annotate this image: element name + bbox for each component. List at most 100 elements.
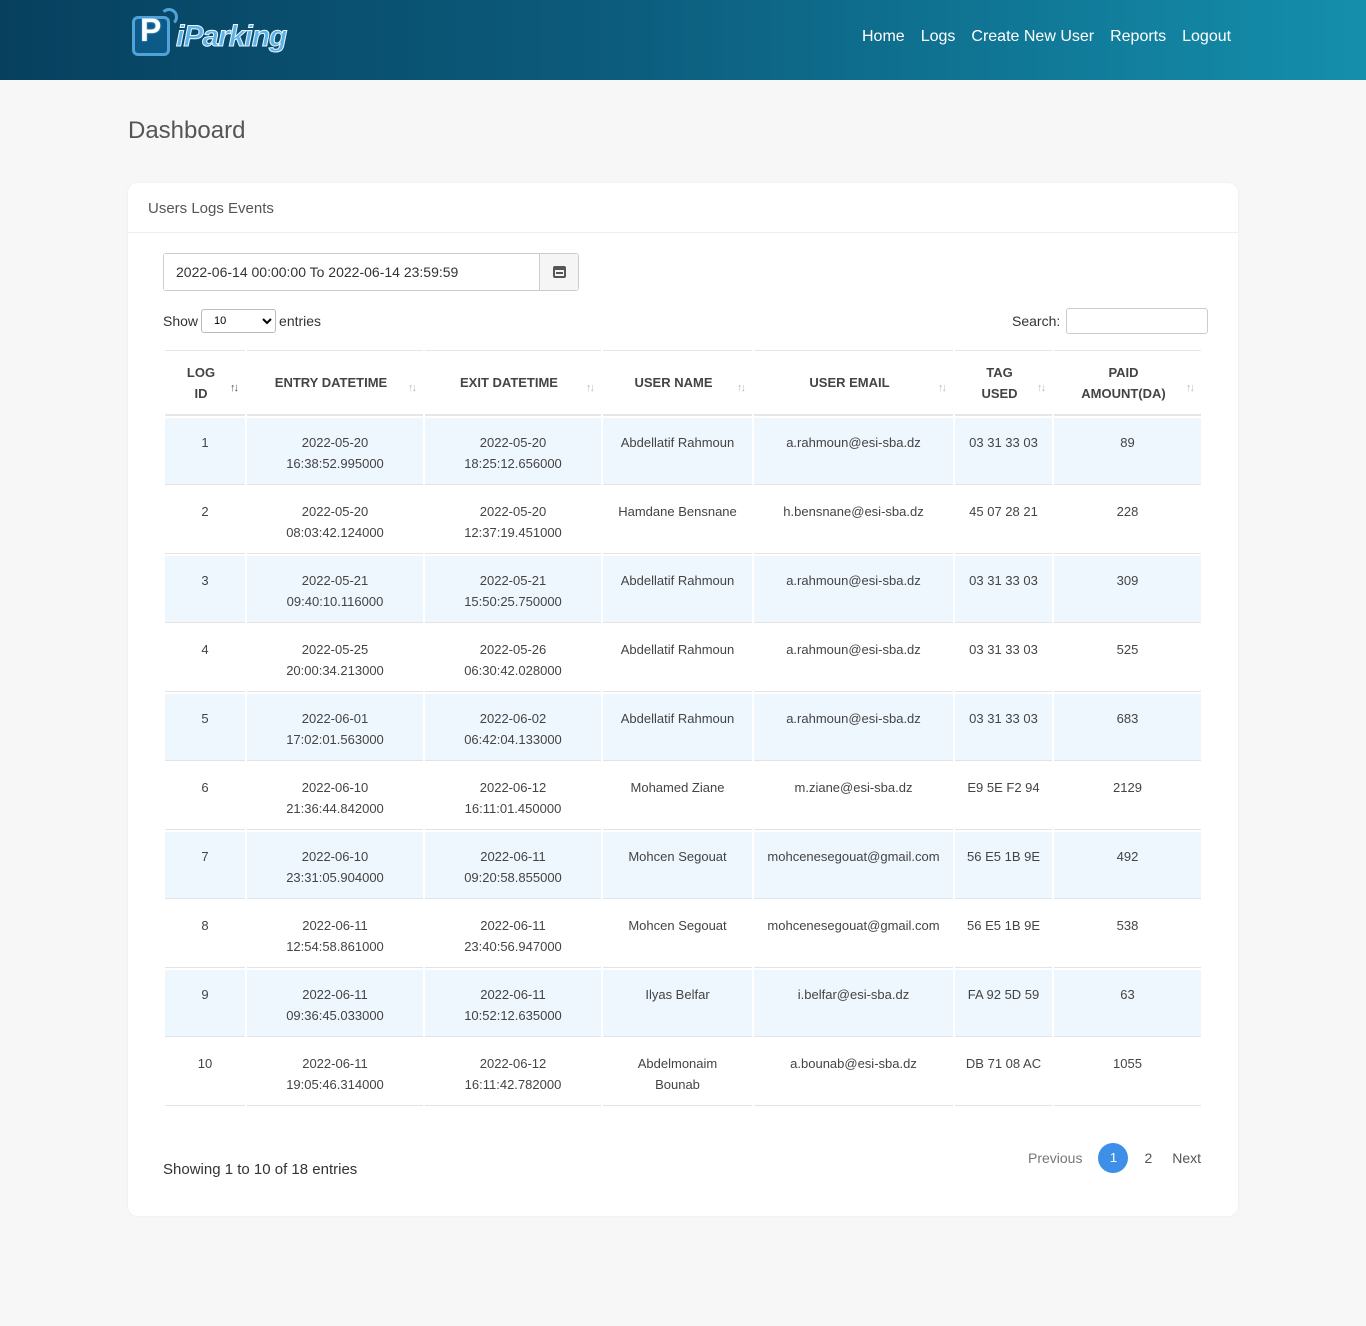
cell-text: Mohcen Segouat	[628, 849, 727, 864]
cell-text: 2022-05-26	[479, 642, 547, 657]
nav-logout[interactable]: Logout	[1182, 28, 1231, 46]
card-title: Users Logs Events	[128, 183, 1238, 233]
cell-user-email: h.bensnane@esi-sba.dz	[754, 487, 953, 554]
sort-arrows-icon: ↑↓	[230, 382, 239, 394]
nav-logs[interactable]: Logs	[921, 28, 956, 46]
cell-entry-datetime: 2022-05-21 09:40:10.116000	[247, 556, 423, 623]
cell-paid-amount: 538	[1054, 901, 1201, 968]
cell-text: 2022-05-25	[301, 642, 369, 657]
cell-text: mohcenesegouat@gmail.com	[767, 918, 940, 933]
column-header-label: ID	[194, 385, 208, 401]
cell-text: a.rahmoun@esi-sba.dz	[786, 435, 921, 450]
cell-entry-datetime: 2022-06-10 23:31:05.904000	[247, 832, 423, 899]
entries-length: Show 10 entries	[163, 309, 321, 333]
table-body: 1 2022-05-20 16:38:52.995000 2022-05-20 18:2…	[165, 418, 1201, 1106]
cell-text: a.rahmoun@esi-sba.dz	[786, 573, 921, 588]
logo-text: iParking	[175, 20, 287, 54]
cell-text: 09:40:10.116000	[286, 594, 384, 609]
pagination: Previous 1 2 Next	[1018, 1143, 1211, 1173]
cell-entry-datetime: 2022-05-25 20:00:34.213000	[247, 625, 423, 692]
cell-text: 4	[201, 642, 209, 657]
cell-text: FA 92 5D 59	[967, 987, 1040, 1002]
iparking-logo[interactable]: P iParking	[130, 8, 300, 60]
cell-log-id: 4	[165, 625, 245, 692]
cell-tag-used: 03 31 33 03	[955, 418, 1052, 485]
column-header-log-id[interactable]: LOG ID ↑↓	[165, 350, 245, 416]
column-header-paid-amount[interactable]: PAID AMOUNT(DA) ↑↓	[1054, 350, 1201, 416]
sort-arrows-icon: ↑↓	[586, 382, 595, 394]
cell-text: 2022-05-20	[301, 504, 369, 519]
cell-user-name: Mohamed Ziane	[603, 763, 752, 830]
cell-tag-used: E9 5E F2 94	[955, 763, 1052, 830]
cell-text: 21:36:44.842000	[286, 801, 384, 816]
cell-text: 309	[1116, 573, 1139, 588]
cell-text: 492	[1116, 849, 1139, 864]
cell-paid-amount: 683	[1054, 694, 1201, 761]
cell-text: mohcenesegouat@gmail.com	[767, 849, 940, 864]
cell-text: 2022-06-12	[479, 780, 547, 795]
cell-text: Hamdane Bensnane	[618, 504, 737, 519]
cell-text: 2022-05-20	[479, 504, 547, 519]
sort-arrows-icon: ↑↓	[737, 382, 746, 394]
nav-home[interactable]: Home	[862, 28, 905, 46]
cell-text: 8	[201, 918, 209, 933]
cell-text: 2022-06-10	[301, 780, 369, 795]
cell-user-name: Mohcen Segouat	[603, 901, 752, 968]
cell-text: 2	[201, 504, 209, 519]
table-row: 1 2022-05-20 16:38:52.995000 2022-05-20 18:2…	[165, 418, 1201, 485]
cell-log-id: 7	[165, 832, 245, 899]
table-header-row: LOG ID ↑↓ ENTRY DATETIME ↑↓ EXIT DATETIME ↑↓ US…	[165, 350, 1201, 416]
column-header-user-name[interactable]: USER NAME ↑↓	[603, 350, 752, 416]
pagination-page-1[interactable]: 1	[1098, 1143, 1129, 1173]
cell-text: 3	[201, 573, 209, 588]
cell-text: 683	[1116, 711, 1139, 726]
cell-paid-amount: 2129	[1054, 763, 1201, 830]
cell-log-id: 6	[165, 763, 245, 830]
date-range-picker[interactable]	[163, 253, 579, 291]
cell-text: 2022-06-11	[480, 918, 546, 933]
cell-user-email: mohcenesegouat@gmail.com	[754, 832, 953, 899]
cell-text: m.ziane@esi-sba.dz	[794, 780, 913, 795]
column-header-exit-datetime[interactable]: EXIT DATETIME ↑↓	[425, 350, 601, 416]
column-header-tag-used[interactable]: TAG USED ↑↓	[955, 350, 1052, 416]
pagination-page-2[interactable]: 2	[1134, 1143, 1162, 1173]
column-header-user-email[interactable]: USER EMAIL ↑↓	[754, 350, 953, 416]
cell-user-name: Abdellatif Rahmoun	[603, 418, 752, 485]
column-header-label: ENTRY DATETIME	[274, 375, 388, 390]
cell-text: 2129	[1113, 780, 1142, 795]
cell-text: DB 71 08 AC	[965, 1056, 1042, 1071]
cell-user-email: a.rahmoun@esi-sba.dz	[754, 625, 953, 692]
sort-arrows-icon: ↑↓	[1186, 382, 1195, 394]
column-header-label: USER EMAIL	[809, 375, 890, 390]
cell-text: a.rahmoun@esi-sba.dz	[786, 642, 921, 657]
cell-text: 63	[1120, 987, 1135, 1002]
nav-reports[interactable]: Reports	[1110, 28, 1166, 46]
calendar-button[interactable]	[539, 254, 578, 290]
column-header-entry-datetime[interactable]: ENTRY DATETIME ↑↓	[247, 350, 423, 416]
cell-text: 2022-06-11	[302, 987, 368, 1002]
cell-exit-datetime: 2022-05-21 15:50:25.750000	[425, 556, 601, 623]
search-input[interactable]	[1066, 308, 1209, 334]
cell-text: 2022-06-02	[479, 711, 547, 726]
cell-user-email: a.rahmoun@esi-sba.dz	[754, 694, 953, 761]
pagination-previous[interactable]: Previous	[1018, 1143, 1092, 1173]
nav-create-new-user[interactable]: Create New User	[971, 28, 1094, 46]
cell-text: 56 E5 1B 9E	[967, 918, 1040, 933]
table-row: 8 2022-06-11 12:54:58.861000 2022-06-11 23:4…	[165, 901, 1201, 968]
pagination-next[interactable]: Next	[1162, 1143, 1211, 1173]
table-search: Search:	[1012, 308, 1209, 334]
calendar-icon	[552, 266, 566, 278]
cell-entry-datetime: 2022-06-11 12:54:58.861000	[247, 901, 423, 968]
table-row: 2 2022-05-20 08:03:42.124000 2022-05-20 12:3…	[165, 487, 1201, 554]
cell-entry-datetime: 2022-05-20 16:38:52.995000	[247, 418, 423, 485]
cell-log-id: 9	[165, 970, 245, 1037]
entries-select[interactable]: 10	[201, 309, 277, 333]
cell-tag-used: 03 31 33 03	[955, 625, 1052, 692]
cell-text: i.belfar@esi-sba.dz	[797, 987, 910, 1002]
cell-text: 09:20:58.855000	[464, 870, 562, 885]
cell-paid-amount: 89	[1054, 418, 1201, 485]
cell-entry-datetime: 2022-06-11 19:05:46.314000	[247, 1039, 423, 1106]
main-nav: Home Logs Create New User Reports Logout	[862, 28, 1231, 46]
cell-text: 16:11:01.450000	[464, 801, 562, 816]
date-range-input[interactable]	[164, 254, 539, 290]
